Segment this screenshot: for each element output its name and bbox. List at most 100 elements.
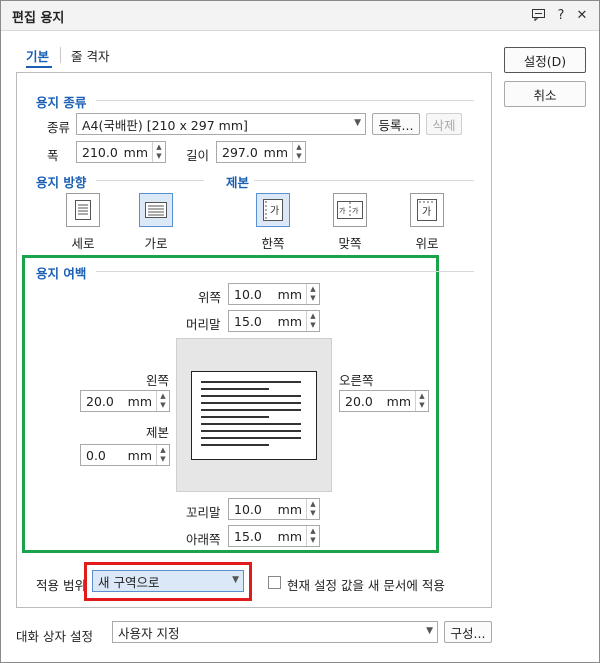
orientation-section-title: 용지 방향 xyxy=(36,175,87,190)
bottom-margin-stepper[interactable]: 15.0 mm ▲ ▼ xyxy=(228,525,320,547)
preview-text-line xyxy=(201,437,301,439)
right-margin-value: 20.0 xyxy=(345,393,373,409)
paper-type-value: A4(국배판) [210 x 297 mm] xyxy=(82,117,248,133)
register-button[interactable]: 등록... xyxy=(372,113,420,135)
dialog-settings-value: 사용자 지정 xyxy=(118,625,180,641)
header-margin-stepper[interactable]: 15.0 mm ▲ ▼ xyxy=(228,310,320,332)
width-value: 210.0 xyxy=(82,144,118,160)
preview-text-line xyxy=(201,388,269,390)
spin-arrows-icon[interactable]: ▲ ▼ xyxy=(156,445,169,465)
svg-text:가: 가 xyxy=(270,205,279,217)
height-unit: mm xyxy=(263,144,288,160)
landscape-page-icon xyxy=(145,202,167,218)
footer-margin-unit: mm xyxy=(277,501,302,517)
dialog-title: 편집 용지 xyxy=(12,11,65,26)
top-binding-icon: 가 xyxy=(417,199,437,221)
apply-to-new-docs-checkbox[interactable] xyxy=(268,576,281,589)
divider xyxy=(96,180,204,181)
height-label: 길이 xyxy=(186,148,210,163)
chevron-down-icon: ▼ xyxy=(426,626,433,636)
configure-button[interactable]: 구성... xyxy=(444,621,492,643)
apply-range-highlight-box xyxy=(84,562,252,601)
chevron-down-icon: ▼ xyxy=(354,118,361,128)
spin-arrows-icon[interactable]: ▲ ▼ xyxy=(156,391,169,411)
cancel-button[interactable]: 취소 xyxy=(504,81,586,107)
active-tab-indicator xyxy=(26,66,52,68)
height-stepper[interactable]: 297.0 mm ▲ ▼ xyxy=(216,141,306,163)
preview-text-line xyxy=(201,430,301,432)
footer-margin-stepper[interactable]: 10.0 mm ▲ ▼ xyxy=(228,498,320,520)
title-bar xyxy=(1,1,599,31)
footer-margin-value: 10.0 xyxy=(234,501,262,517)
top-margin-unit: mm xyxy=(277,286,302,302)
binding-section-title: 제본 xyxy=(226,175,250,190)
divider xyxy=(96,100,474,101)
spin-arrows-icon[interactable]: ▲ ▼ xyxy=(306,284,319,304)
portrait-option[interactable] xyxy=(66,193,100,227)
apply-range-label: 적용 범위 xyxy=(36,578,86,593)
single-side-binding-icon: 가 xyxy=(263,199,283,221)
binding-single-option[interactable]: 가 xyxy=(256,193,290,227)
footer-margin-label: 꼬리말 xyxy=(186,505,221,520)
header-margin-value: 15.0 xyxy=(234,313,262,329)
svg-text:가: 가 xyxy=(422,206,431,218)
spin-arrows-icon[interactable]: ▲ ▼ xyxy=(306,311,319,331)
bottom-margin-unit: mm xyxy=(277,528,302,544)
right-margin-stepper[interactable]: 20.0 mm ▲ ▼ xyxy=(339,390,429,412)
header-margin-unit: mm xyxy=(277,313,302,329)
header-margin-label: 머리말 xyxy=(186,317,221,332)
binding-facing-option[interactable]: 가가 xyxy=(333,193,367,227)
ok-button[interactable]: 설정(D) xyxy=(504,47,586,73)
left-margin-value: 20.0 xyxy=(86,393,114,409)
help-icon[interactable]: ? xyxy=(552,6,570,24)
top-margin-value: 10.0 xyxy=(234,286,262,302)
dialog-settings-select[interactable]: 사용자 지정 ▼ xyxy=(112,621,438,643)
svg-text:가: 가 xyxy=(339,206,346,215)
dialog-settings-label: 대화 상자 설정 xyxy=(16,629,93,644)
paper-type-section-title: 용지 종류 xyxy=(36,95,87,110)
portrait-page-icon xyxy=(75,200,91,220)
spin-arrows-icon[interactable]: ▲ ▼ xyxy=(152,142,165,162)
preview-text-line xyxy=(201,416,269,418)
landscape-option[interactable] xyxy=(139,193,173,227)
top-margin-label: 위쪽 xyxy=(198,290,222,305)
binding-top-option[interactable]: 가 xyxy=(410,193,444,227)
preview-text-line xyxy=(201,444,269,446)
gutter-margin-value: 0.0 xyxy=(86,447,106,463)
binding-top-label: 위로 xyxy=(415,236,439,251)
bottom-margin-value: 15.0 xyxy=(234,528,262,544)
left-margin-stepper[interactable]: 20.0 mm ▲ ▼ xyxy=(80,390,170,412)
divider xyxy=(254,180,474,181)
binding-facing-label: 맞쪽 xyxy=(338,236,362,251)
top-margin-stepper[interactable]: 10.0 mm ▲ ▼ xyxy=(228,283,320,305)
left-margin-unit: mm xyxy=(127,393,152,409)
divider xyxy=(96,271,474,272)
gutter-margin-label: 제본 xyxy=(146,425,170,440)
width-unit: mm xyxy=(123,144,148,160)
spin-arrows-icon[interactable]: ▲ ▼ xyxy=(415,391,428,411)
apply-to-new-docs-label: 현재 설정 값을 새 문서에 적용 xyxy=(287,578,445,593)
left-margin-label: 왼쪽 xyxy=(146,373,170,388)
paper-type-label: 종류 xyxy=(47,120,71,135)
close-icon[interactable]: ✕ xyxy=(573,6,591,24)
facing-pages-binding-icon: 가가 xyxy=(337,201,363,219)
spin-arrows-icon[interactable]: ▲ ▼ xyxy=(292,142,305,162)
chat-icon[interactable] xyxy=(529,6,547,24)
spin-arrows-icon[interactable]: ▲ ▼ xyxy=(306,499,319,519)
right-margin-unit: mm xyxy=(386,393,411,409)
tab-basic[interactable]: 기본 xyxy=(26,46,49,65)
delete-button[interactable]: 삭제 xyxy=(426,113,462,135)
spin-arrows-icon[interactable]: ▲ ▼ xyxy=(306,526,319,546)
height-value: 297.0 xyxy=(222,144,258,160)
right-margin-label: 오른쪽 xyxy=(339,373,374,388)
binding-single-label: 한쪽 xyxy=(261,236,285,251)
paper-type-select[interactable]: A4(국배판) [210 x 297 mm] ▼ xyxy=(76,113,366,135)
gutter-margin-unit: mm xyxy=(127,447,152,463)
portrait-label: 세로 xyxy=(71,236,95,251)
gutter-margin-stepper[interactable]: 0.0 mm ▲ ▼ xyxy=(80,444,170,466)
tab-line-grid[interactable]: 줄 격자 xyxy=(71,46,109,65)
tab-separator xyxy=(60,47,61,63)
width-stepper[interactable]: 210.0 mm ▲ ▼ xyxy=(76,141,166,163)
width-label: 폭 xyxy=(47,148,59,163)
preview-text-line xyxy=(201,402,301,404)
